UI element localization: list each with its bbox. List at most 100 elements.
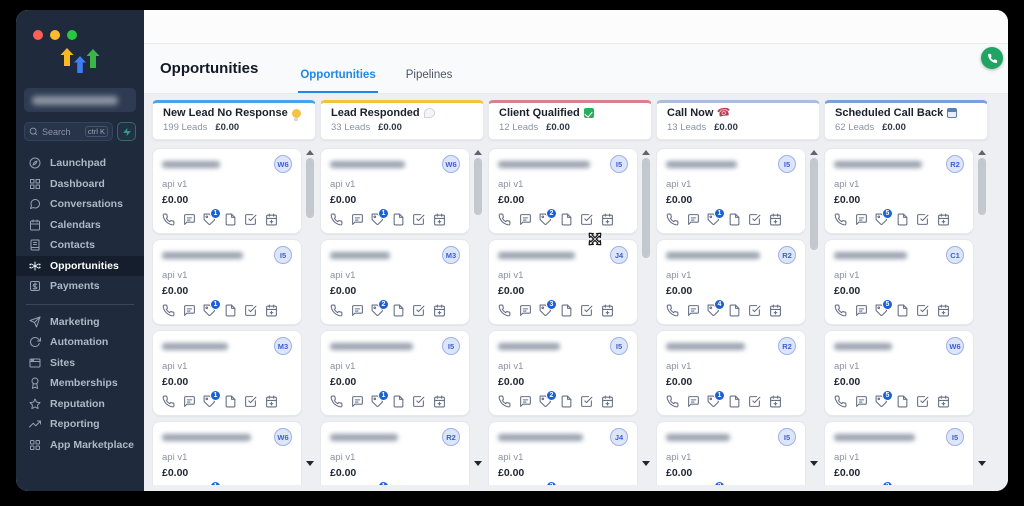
opportunity-card[interactable]: W6api v1£0.001 — [152, 421, 302, 485]
scrollbar-thumb[interactable] — [474, 158, 482, 215]
opportunity-card[interactable]: W6api v1£0.001 — [152, 148, 302, 234]
call-button[interactable] — [330, 304, 343, 317]
tab-pipelines[interactable]: Pipelines — [404, 69, 455, 93]
sms-button[interactable] — [183, 395, 196, 408]
call-button[interactable] — [498, 213, 511, 226]
tag-button[interactable]: 5 — [875, 213, 888, 226]
scrollbar-thumb[interactable] — [810, 158, 818, 250]
sidebar-item-memberships[interactable]: Memberships — [16, 373, 144, 394]
tag-button[interactable]: 2 — [539, 395, 552, 408]
notes-button[interactable] — [392, 304, 405, 317]
tasks-button[interactable] — [916, 304, 929, 317]
call-button[interactable] — [162, 395, 175, 408]
appointment-button[interactable] — [433, 395, 446, 408]
tasks-button[interactable] — [412, 395, 425, 408]
call-button[interactable] — [666, 395, 679, 408]
scroll-down-arrow[interactable] — [978, 461, 986, 466]
opportunity-card[interactable]: J4api v1£0.003 — [488, 421, 638, 485]
appointment-button[interactable] — [601, 213, 614, 226]
opportunity-card[interactable]: I5api v1£0.002 — [488, 148, 638, 234]
opportunity-card[interactable]: W6api v1£0.001 — [320, 148, 470, 234]
call-button[interactable] — [498, 304, 511, 317]
notes-button[interactable] — [392, 395, 405, 408]
opportunity-card[interactable]: I5api v1£0.001 — [656, 148, 806, 234]
opportunity-card[interactable]: I5api v1£0.002 — [656, 421, 806, 485]
sidebar-item-sites[interactable]: Sites — [16, 353, 144, 374]
opportunity-card[interactable]: I5api v1£0.002 — [488, 330, 638, 416]
notes-button[interactable] — [224, 304, 237, 317]
sidebar-item-conversations[interactable]: Conversations — [16, 194, 144, 215]
tasks-button[interactable] — [748, 304, 761, 317]
appointment-button[interactable] — [265, 395, 278, 408]
sms-button[interactable] — [687, 304, 700, 317]
call-button[interactable] — [666, 213, 679, 226]
notes-button[interactable] — [896, 304, 909, 317]
tag-button[interactable]: 2 — [371, 304, 384, 317]
tasks-button[interactable] — [916, 395, 929, 408]
account-switcher[interactable] — [24, 88, 136, 112]
sidebar-item-reputation[interactable]: Reputation — [16, 394, 144, 415]
notes-button[interactable] — [560, 213, 573, 226]
tag-button[interactable]: 1 — [203, 304, 216, 317]
notes-button[interactable] — [728, 395, 741, 408]
tag-button[interactable]: 1 — [707, 395, 720, 408]
tag-button[interactable]: 5 — [875, 304, 888, 317]
call-fab-button[interactable] — [981, 47, 1003, 69]
call-button[interactable] — [330, 213, 343, 226]
appointment-button[interactable] — [769, 213, 782, 226]
call-button[interactable] — [834, 304, 847, 317]
tag-button[interactable]: 2 — [539, 213, 552, 226]
appointment-button[interactable] — [937, 213, 950, 226]
sidebar-item-reporting[interactable]: Reporting — [16, 414, 144, 435]
scrollbar-thumb[interactable] — [306, 158, 314, 218]
opportunity-card[interactable]: I5api v1£0.001 — [320, 330, 470, 416]
scrollbar-thumb[interactable] — [642, 158, 650, 258]
notes-button[interactable] — [560, 304, 573, 317]
notes-button[interactable] — [896, 213, 909, 226]
tag-button[interactable]: 1 — [707, 213, 720, 226]
appointment-button[interactable] — [433, 304, 446, 317]
opportunity-card[interactable]: M3api v1£0.002 — [320, 239, 470, 325]
sidebar-item-marketing[interactable]: Marketing — [16, 312, 144, 333]
sidebar-item-contacts[interactable]: Contacts — [16, 235, 144, 256]
sms-button[interactable] — [519, 304, 532, 317]
appointment-button[interactable] — [937, 395, 950, 408]
column-scrollbar[interactable] — [472, 148, 484, 466]
tag-button[interactable]: 4 — [707, 304, 720, 317]
sidebar-item-payments[interactable]: Payments — [16, 276, 144, 297]
call-button[interactable] — [162, 213, 175, 226]
opportunity-card[interactable]: J4api v1£0.003 — [488, 239, 638, 325]
sms-button[interactable] — [687, 213, 700, 226]
sidebar-item-app-marketplace[interactable]: App Marketplace — [16, 435, 144, 456]
zoom-window-button[interactable] — [67, 30, 77, 40]
scroll-up-arrow[interactable] — [810, 150, 818, 155]
column-scrollbar[interactable] — [808, 148, 820, 466]
sidebar-item-dashboard[interactable]: Dashboard — [16, 174, 144, 195]
notes-button[interactable] — [560, 395, 573, 408]
call-button[interactable] — [162, 304, 175, 317]
scroll-down-arrow[interactable] — [474, 461, 482, 466]
notes-button[interactable] — [728, 304, 741, 317]
column-scrollbar[interactable] — [304, 148, 316, 466]
tasks-button[interactable] — [748, 213, 761, 226]
call-button[interactable] — [834, 213, 847, 226]
tasks-button[interactable] — [580, 395, 593, 408]
sidebar-item-automation[interactable]: Automation — [16, 332, 144, 353]
sms-button[interactable] — [519, 395, 532, 408]
scroll-down-arrow[interactable] — [642, 461, 650, 466]
opportunity-card[interactable]: R2api v1£0.001 — [320, 421, 470, 485]
sms-button[interactable] — [351, 304, 364, 317]
scroll-up-arrow[interactable] — [978, 150, 986, 155]
appointment-button[interactable] — [769, 304, 782, 317]
scrollbar-thumb[interactable] — [978, 158, 986, 215]
tasks-button[interactable] — [916, 213, 929, 226]
sms-button[interactable] — [855, 213, 868, 226]
tasks-button[interactable] — [244, 304, 257, 317]
minimize-window-button[interactable] — [50, 30, 60, 40]
tab-opportunities[interactable]: Opportunities — [298, 69, 377, 93]
opportunity-card[interactable]: W6api v1£0.005 — [824, 330, 974, 416]
opportunity-card[interactable]: M3api v1£0.001 — [152, 330, 302, 416]
quick-actions-button[interactable] — [117, 122, 136, 141]
tag-button[interactable]: 1 — [371, 395, 384, 408]
sms-button[interactable] — [183, 213, 196, 226]
